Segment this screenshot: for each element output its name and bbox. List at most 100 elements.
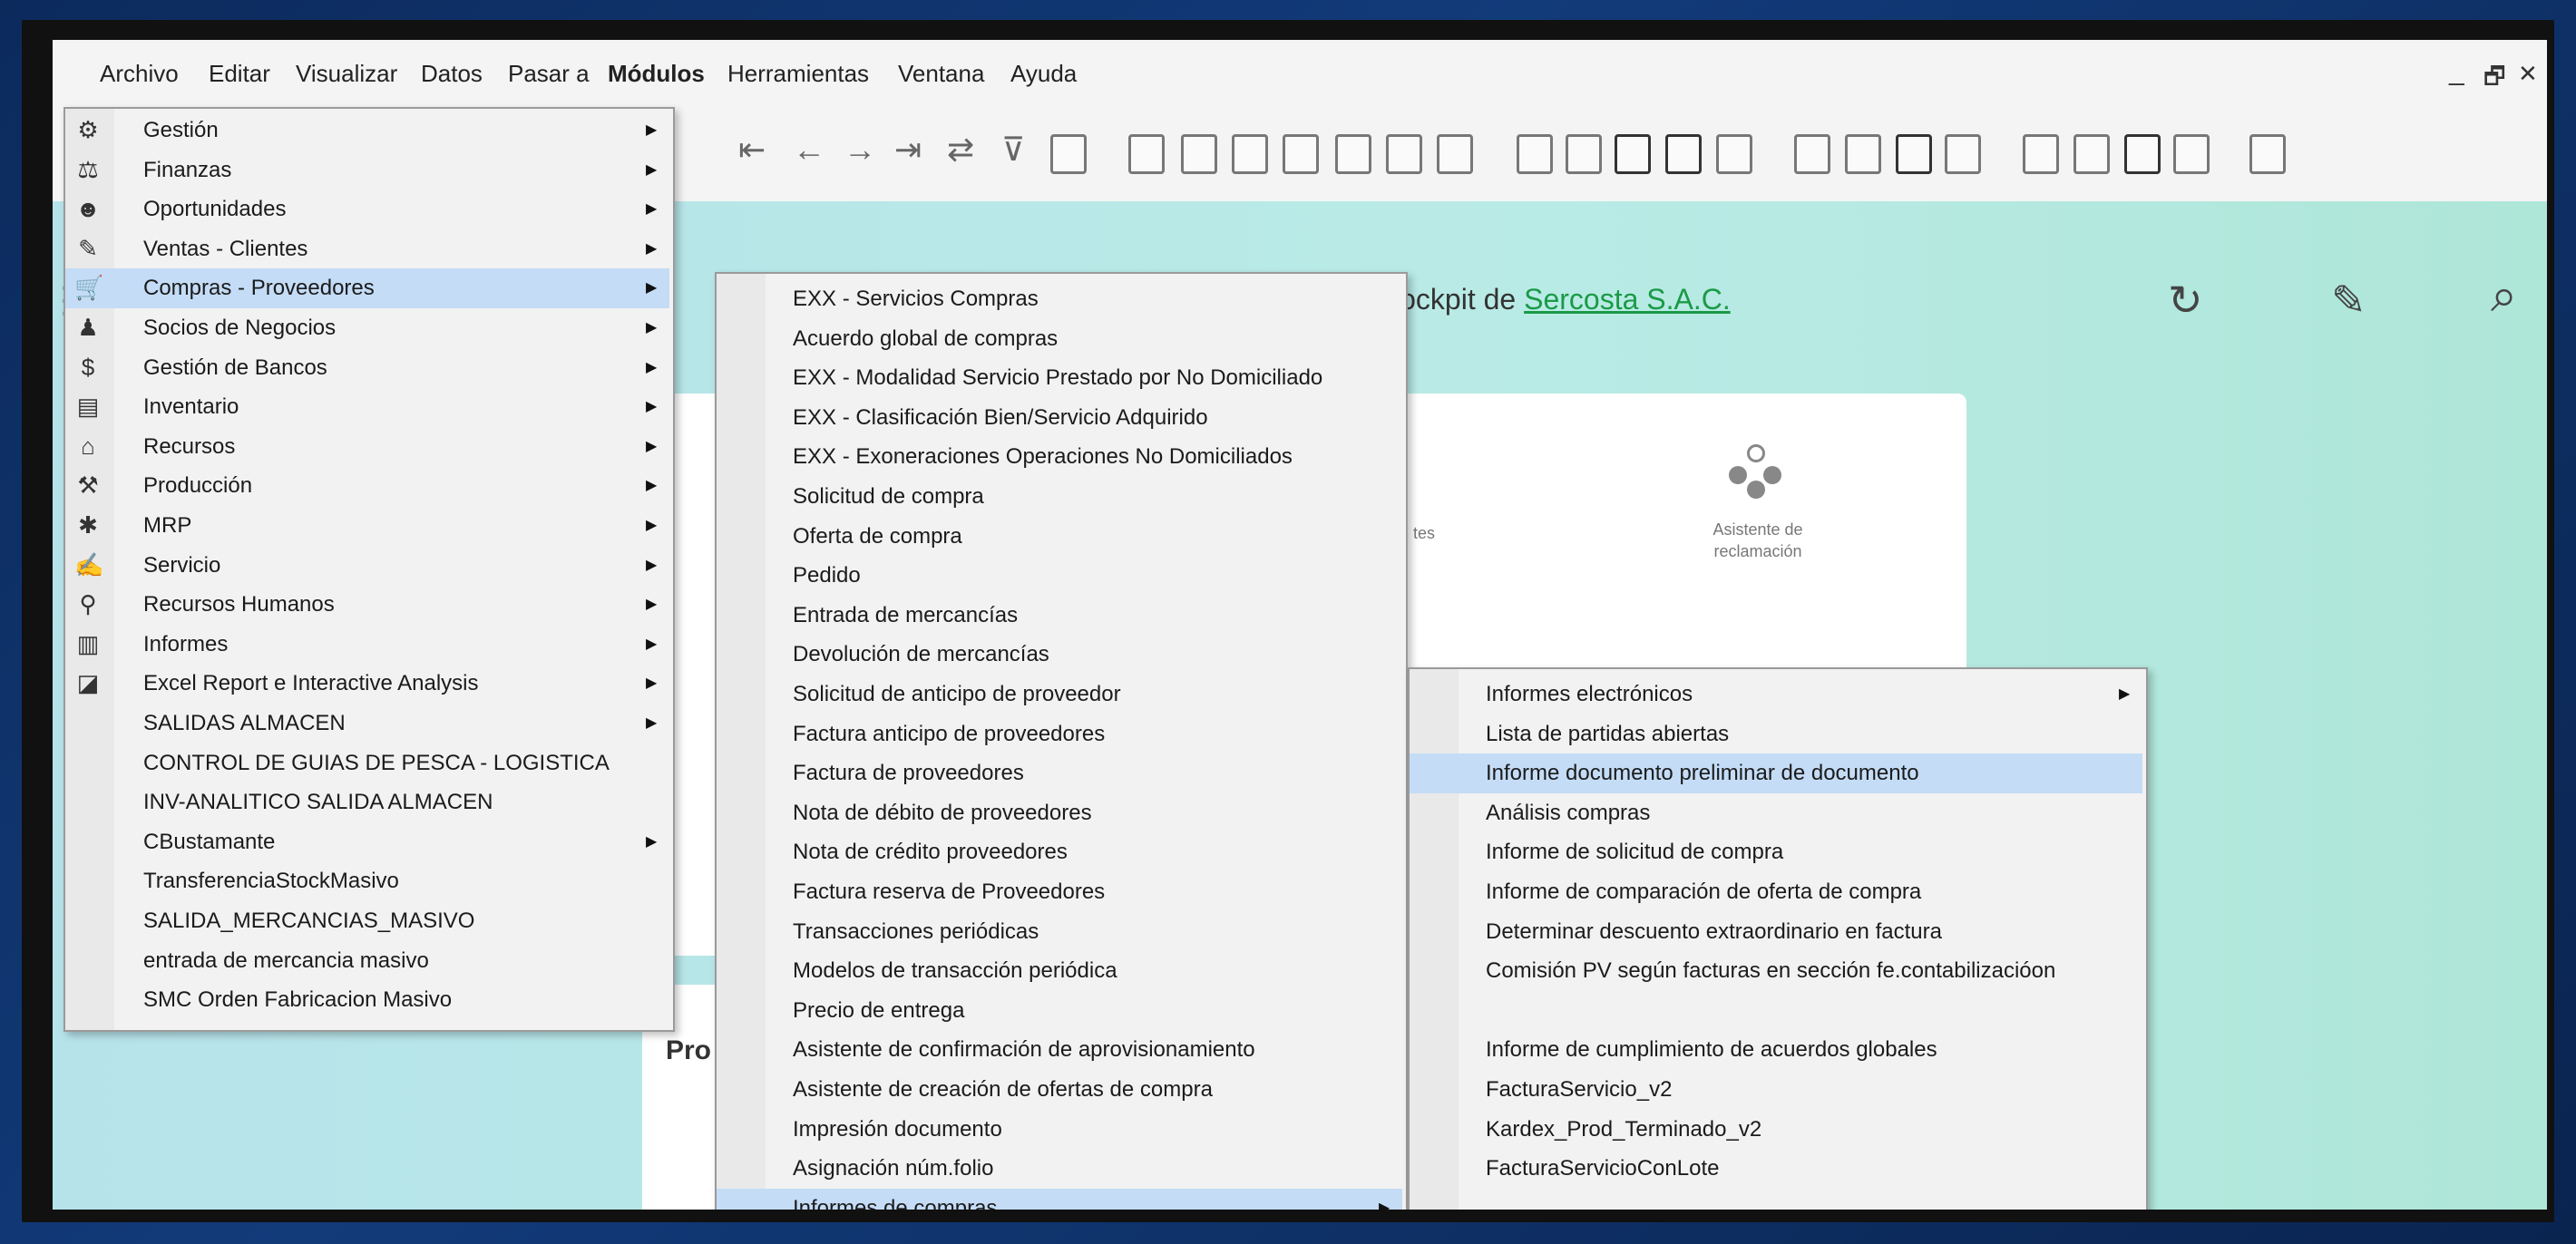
modules-item-compras-proveedores[interactable]: 🛒 Compras - Proveedores ▶ bbox=[65, 268, 669, 309]
modules-item-salida-mercancias-masivo[interactable]: SALIDA_MERCANCIAS_MASIVO bbox=[65, 901, 669, 941]
compras-item-solicitud-de-anticipo-de-proveedor[interactable]: Solicitud de anticipo de proveedor bbox=[717, 675, 1402, 714]
modules-item-smc-orden-fabricacion-masivo[interactable]: SMC Orden Fabricacion Masivo bbox=[65, 980, 669, 1020]
toolbar-edit-icon[interactable] bbox=[1517, 134, 1553, 174]
modules-item-salidas-almacen[interactable]: SALIDAS ALMACEN ▶ bbox=[65, 704, 669, 743]
compras-item-factura-de-proveedores[interactable]: Factura de proveedores bbox=[717, 753, 1402, 793]
informes-item-informes-electronicos[interactable]: Informes electrónicos ▶ bbox=[1410, 675, 2142, 714]
modules-item-inventario[interactable]: ▤ Inventario ▶ bbox=[65, 387, 669, 427]
restore-button[interactable]: 🗗 bbox=[2483, 60, 2505, 100]
compras-item-asistente-de-confirmacion-de-aprovisionamiento[interactable]: Asistente de confirmación de aprovisiona… bbox=[717, 1030, 1402, 1070]
refresh-icon[interactable]: ↻ bbox=[2168, 276, 2203, 325]
minimize-button[interactable]: _ bbox=[2449, 56, 2464, 87]
compras-item-entrada-de-mercancias[interactable]: Entrada de mercancías bbox=[717, 596, 1402, 636]
compras-item-acuerdo-global-de-compras[interactable]: Acuerdo global de compras bbox=[717, 319, 1402, 359]
compras-item-exx-clasificacion-bien-servicio-adquirido[interactable]: EXX - Clasificación Bien/Servicio Adquir… bbox=[717, 398, 1402, 438]
toolbar-message-icon[interactable] bbox=[1665, 134, 1702, 174]
modules-item-control-de-guias-de-pesca-logistica[interactable]: CONTROL DE GUIAS DE PESCA - LOGISTICA bbox=[65, 743, 669, 783]
informes-item-informe-de-cumplimiento-de-acuerdos-globales[interactable]: Informe de cumplimiento de acuerdos glob… bbox=[1410, 1030, 2142, 1070]
compras-item-transacciones-periodicas[interactable]: Transacciones periódicas bbox=[717, 912, 1402, 952]
menu-editar[interactable]: Editar bbox=[209, 60, 270, 88]
modules-item-cbustamante[interactable]: CBustamante ▶ bbox=[65, 822, 669, 862]
modules-item-gestion[interactable]: ⚙ Gestión ▶ bbox=[65, 111, 669, 151]
modules-item-recursos-humanos[interactable]: ⚲ Recursos Humanos ▶ bbox=[65, 585, 669, 625]
edit-icon[interactable]: ✎ bbox=[2331, 276, 2366, 325]
toolbar-calc-icon[interactable] bbox=[1896, 134, 1932, 174]
modules-item-mrp[interactable]: ✱ MRP ▶ bbox=[65, 506, 669, 546]
informes-item-lista-de-partidas-abiertas[interactable]: Lista de partidas abiertas bbox=[1410, 714, 2142, 754]
menu-modulos[interactable]: Módulos bbox=[608, 60, 705, 88]
compras-item-exx-exoneraciones-operaciones-no-domiciliados[interactable]: EXX - Exoneraciones Operaciones No Domic… bbox=[717, 437, 1402, 477]
menu-pasar-a[interactable]: Pasar a bbox=[508, 60, 590, 88]
close-button[interactable]: ✕ bbox=[2518, 60, 2538, 88]
toolbar-first-icon[interactable]: ⇤ bbox=[738, 131, 766, 169]
menu-archivo[interactable]: Archivo bbox=[100, 60, 179, 88]
compras-item-devolucion-de-mercancias[interactable]: Devolución de mercancías bbox=[717, 635, 1402, 675]
search-icon[interactable]: ⌕ bbox=[2491, 268, 2517, 324]
toolbar-next-icon[interactable]: → bbox=[844, 131, 876, 169]
informes-item-informe-documento-preliminar-de-documento[interactable]: Informe documento preliminar de document… bbox=[1410, 753, 2142, 794]
toolbar-refresh-icon[interactable]: ⇄ bbox=[947, 131, 974, 169]
toolbar-layout-icon[interactable] bbox=[1386, 134, 1422, 174]
toolbar-pricelist-icon[interactable] bbox=[2023, 134, 2059, 174]
menu-ventana[interactable]: Ventana bbox=[898, 60, 984, 88]
modules-item-recursos[interactable]: ⌂ Recursos ▶ bbox=[65, 427, 669, 467]
company-link[interactable]: Sercosta S.A.C. bbox=[1524, 283, 1731, 316]
compras-item-nota-de-credito-proveedores[interactable]: Nota de crédito proveedores bbox=[717, 832, 1402, 872]
informes-item-determinar-descuento-extraordinario-en-factura[interactable]: Determinar descuento extraordinario en f… bbox=[1410, 912, 2142, 952]
assistant-label[interactable]: Asistente de reclamación bbox=[1667, 519, 1849, 562]
informes-item-informe-de-solicitud-de-compra[interactable]: Informe de solicitud de compra bbox=[1410, 832, 2142, 872]
toolbar-bp-icon[interactable] bbox=[1845, 134, 1881, 174]
modules-item-entrada-de-mercancia-masivo[interactable]: entrada de mercancia masivo bbox=[65, 941, 669, 981]
toolbar-export-icon[interactable] bbox=[2173, 134, 2210, 174]
modules-item-produccion[interactable]: ⚒ Producción ▶ bbox=[65, 466, 669, 506]
compras-item-factura-anticipo-de-proveedores[interactable]: Factura anticipo de proveedores bbox=[717, 714, 1402, 754]
toolbar-target-doc-icon[interactable] bbox=[1181, 134, 1217, 174]
toolbar-finance-icon[interactable] bbox=[2124, 134, 2161, 174]
modules-item-gestion-de-bancos[interactable]: $ Gestión de Bancos ▶ bbox=[65, 348, 669, 388]
menu-visualizar[interactable]: Visualizar bbox=[296, 60, 397, 88]
modules-item-transferenciastockmasivo[interactable]: TransferenciaStockMasivo bbox=[65, 861, 669, 901]
toolbar-sort-icon[interactable] bbox=[1050, 134, 1087, 174]
modules-item-informes[interactable]: ▥ Informes ▶ bbox=[65, 625, 669, 665]
compras-item-exx-servicios-compras[interactable]: EXX - Servicios Compras bbox=[717, 279, 1402, 319]
informes-item-kardex-prod-terminado-v2[interactable]: Kardex_Prod_Terminado_v2 bbox=[1410, 1110, 2142, 1150]
modules-item-ventas-clientes[interactable]: ✎ Ventas - Clientes ▶ bbox=[65, 229, 669, 269]
toolbar-chat-icon[interactable] bbox=[1716, 134, 1752, 174]
compras-item-precio-de-entrega[interactable]: Precio de entrega bbox=[717, 991, 1402, 1031]
modules-item-finanzas[interactable]: ⚖ Finanzas ▶ bbox=[65, 151, 669, 190]
compras-item-impresion-documento[interactable]: Impresión documento bbox=[717, 1110, 1402, 1150]
compras-item-factura-reserva-de-proveedores[interactable]: Factura reserva de Proveedores bbox=[717, 872, 1402, 912]
toolbar-gross-profit-icon[interactable] bbox=[1335, 134, 1371, 174]
informes-item-facturaservicio-v2[interactable]: FacturaServicio_v2 bbox=[1410, 1070, 2142, 1110]
modules-item-socios-de-negocios[interactable]: ♟ Socios de Negocios ▶ bbox=[65, 308, 669, 348]
compras-item-oferta-de-compra[interactable]: Oferta de compra bbox=[717, 517, 1402, 557]
toolbar-filter-icon[interactable]: ⊽ bbox=[1001, 131, 1025, 169]
compras-item-exx-modalidad-servicio-prestado-por-no-domiciliado[interactable]: EXX - Modalidad Servicio Prestado por No… bbox=[717, 358, 1402, 398]
compras-item-asistente-de-creacion-de-ofertas-de-compra[interactable]: Asistente de creación de ofertas de comp… bbox=[717, 1070, 1402, 1110]
modules-item-excel-report-e-interactive-analysis[interactable]: ◪ Excel Report e Interactive Analysis ▶ bbox=[65, 664, 669, 704]
toolbar-help-icon[interactable] bbox=[2249, 134, 2286, 174]
toolbar-doc-icon[interactable] bbox=[1566, 134, 1602, 174]
toolbar-report-icon[interactable] bbox=[1615, 134, 1651, 174]
toolbar-window-icon[interactable] bbox=[2073, 134, 2110, 174]
modules-item-oportunidades[interactable]: ☻ Oportunidades ▶ bbox=[65, 190, 669, 229]
informes-item-facturaservicioconlote[interactable]: FacturaServicioConLote bbox=[1410, 1149, 2142, 1189]
compras-item-informes-de-compras[interactable]: Informes de compras ▶ bbox=[717, 1188, 1402, 1210]
compras-item-solicitud-de-compra[interactable]: Solicitud de compra bbox=[717, 477, 1402, 517]
compras-item-modelos-de-transaccion-periodica[interactable]: Modelos de transacción periódica bbox=[717, 951, 1402, 991]
menu-herramientas[interactable]: Herramientas bbox=[727, 60, 869, 88]
toolbar-preview-icon[interactable] bbox=[1437, 134, 1473, 174]
menu-ayuda[interactable]: Ayuda bbox=[1010, 60, 1077, 88]
informes-item-comision-pv-segun-facturas-en-seccion-fe-contabilizacioon[interactable]: Comisión PV según facturas en sección fe… bbox=[1410, 951, 2142, 991]
compras-item-asignacion-num-folio[interactable]: Asignación núm.folio bbox=[717, 1149, 1402, 1189]
modules-item-servicio[interactable]: ✍ Servicio ▶ bbox=[65, 546, 669, 586]
informes-item-informe-de-comparacion-de-oferta-de-compra[interactable]: Informe de comparación de oferta de comp… bbox=[1410, 872, 2142, 912]
toolbar-last-icon[interactable]: ⇥ bbox=[894, 131, 922, 169]
modules-item-inv-analitico-salida-almacen[interactable]: INV-ANALITICO SALIDA ALMACEN bbox=[65, 782, 669, 822]
menu-datos[interactable]: Datos bbox=[421, 60, 483, 88]
toolbar-item-icon[interactable] bbox=[1794, 134, 1830, 174]
informes-item-analisis-compras[interactable]: Análisis compras bbox=[1410, 793, 2142, 833]
compras-item-nota-de-debito-de-proveedores[interactable]: Nota de débito de proveedores bbox=[717, 793, 1402, 833]
toolbar-previous-icon[interactable]: ← bbox=[793, 131, 825, 169]
toolbar-base-doc-icon[interactable] bbox=[1128, 134, 1165, 174]
